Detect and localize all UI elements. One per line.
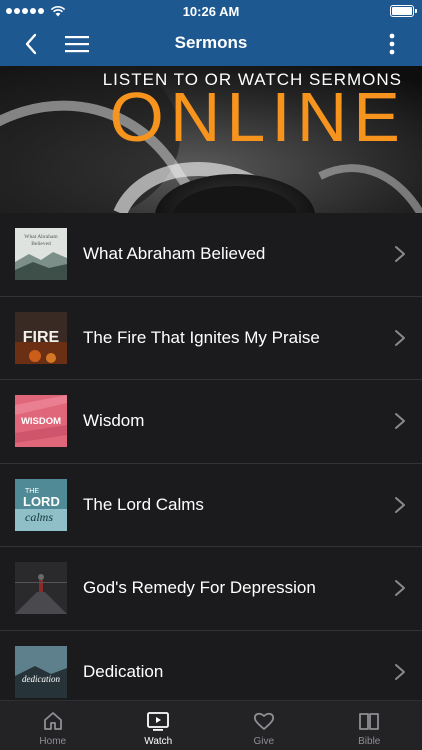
list-item[interactable]: What Abraham Believed What Abraham Belie… — [0, 213, 422, 297]
thumbnail-text: What Abraham — [24, 234, 58, 240]
tab-label: Give — [253, 736, 275, 747]
sermon-list: What Abraham Believed What Abraham Belie… — [0, 213, 422, 700]
sermon-thumbnail: What Abraham Believed — [15, 228, 67, 281]
thumbnail-text: Believed — [31, 241, 51, 247]
sermon-title: God's Remedy For Depression — [83, 578, 316, 598]
tab-home[interactable]: Home — [0, 701, 106, 750]
heart-icon — [253, 712, 274, 730]
tab-label: Home — [39, 736, 67, 747]
more-options-button[interactable] — [382, 22, 402, 66]
thumbnail-text: LORD — [23, 494, 60, 509]
sermon-title: What Abraham Believed — [83, 244, 266, 264]
sermon-title: Dedication — [83, 661, 164, 681]
chevron-right-icon — [395, 663, 405, 680]
sermon-title: The Lord Calms — [83, 494, 204, 514]
tab-bible[interactable]: Bible — [317, 701, 422, 750]
list-item[interactable]: FIRE The Fire That Ignites My Praise — [0, 297, 422, 380]
chevron-right-icon — [395, 496, 405, 513]
navigation-bar: Sermons — [0, 22, 422, 66]
page-title: Sermons — [174, 33, 248, 52]
sermon-title: The Fire That Ignites My Praise — [83, 327, 320, 347]
thumbnail-text: WISDOM — [21, 416, 61, 427]
home-icon — [43, 712, 62, 730]
thumbnail-text: dedication — [22, 674, 60, 684]
chevron-right-icon — [395, 329, 405, 346]
tab-label: Bible — [358, 736, 381, 747]
sermon-thumbnail — [15, 562, 67, 615]
list-item[interactable]: WISDOM Wisdom — [0, 380, 422, 464]
tab-label: Watch — [144, 736, 173, 747]
status-bar: 10:26 AM — [0, 0, 422, 22]
sermon-title: Wisdom — [83, 411, 145, 431]
status-time: 10:26 AM — [182, 4, 240, 19]
watch-icon — [147, 712, 170, 731]
thumbnail-text: FIRE — [23, 329, 60, 346]
tab-bar: Home Watch Give Bible — [0, 700, 422, 750]
sermons-banner: LISTEN TO OR WATCH SERMONS ONLINE — [0, 66, 422, 213]
list-item[interactable]: THE LORD calms The Lord Calms — [0, 464, 422, 547]
chevron-right-icon — [395, 580, 405, 597]
chevron-right-icon — [395, 413, 405, 430]
sermon-thumbnail: WISDOM — [15, 395, 67, 448]
book-icon — [359, 713, 380, 730]
sermon-thumbnail: FIRE — [15, 311, 67, 364]
list-item[interactable]: dedication Dedication — [0, 631, 422, 701]
tab-watch[interactable]: Watch — [106, 701, 212, 750]
banner-title: ONLINE — [109, 78, 406, 156]
tab-give[interactable]: Give — [211, 701, 317, 750]
sermon-thumbnail: THE LORD calms — [15, 478, 67, 531]
more-vertical-icon — [389, 33, 395, 55]
sermon-thumbnail: dedication — [15, 645, 67, 698]
list-item[interactable]: God's Remedy For Depression — [0, 547, 422, 631]
battery-icon — [390, 5, 417, 17]
thumbnail-text: calms — [25, 510, 53, 524]
chevron-right-icon — [395, 246, 405, 263]
